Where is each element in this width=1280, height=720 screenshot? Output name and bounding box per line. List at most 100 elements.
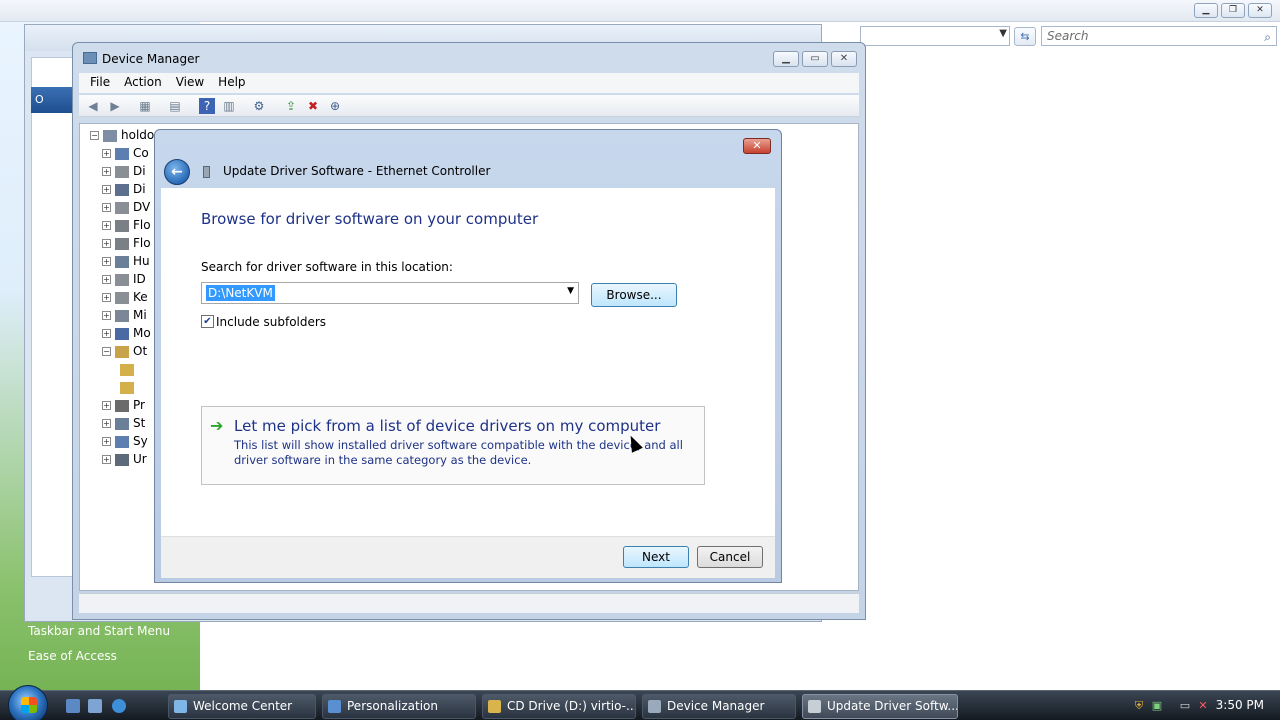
windows-logo-icon [21,697,37,713]
forward-icon[interactable]: ▶ [107,98,123,114]
dialog-body: Browse for driver software on your compu… [161,188,775,536]
tree-row[interactable]: + Ur [102,452,147,468]
tree-row[interactable]: − Ot [102,344,147,360]
expand-icon[interactable]: + [102,221,111,230]
expand-icon[interactable]: + [102,203,111,212]
dialog-footer: Next Cancel [161,536,775,578]
browse-button[interactable]: Browse... [591,283,677,307]
menu-action[interactable]: Action [117,73,169,93]
cancel-button[interactable]: Cancel [697,546,763,568]
help-icon[interactable]: ? [199,98,215,114]
toolbar: ◀ ▶ ▦ ▤ ? ▥ ⚙ ⇪ ✖ ⊕ [79,95,859,117]
ethernet-device-icon [203,166,210,178]
tree-row[interactable]: + ID [102,272,146,288]
driver-path-value[interactable]: D:\NetKVM [206,285,275,301]
expand-icon[interactable]: + [102,185,111,194]
driver-path-combobox[interactable]: D:\NetKVM ▼ [201,282,579,304]
expand-icon[interactable]: + [102,419,111,428]
device-category-icon [115,147,129,160]
show-desktop-icon[interactable] [66,699,80,713]
minimize-button[interactable]: ▁ [1194,3,1218,18]
menu-help[interactable]: Help [211,73,252,93]
expand-icon[interactable]: + [102,167,111,176]
tree-row[interactable]: + Mi [102,308,147,324]
switch-windows-icon[interactable] [88,699,102,713]
properties-icon[interactable]: ▤ [167,98,183,114]
collapse-icon[interactable]: − [102,347,111,356]
expand-icon[interactable]: + [102,329,111,338]
tree-row[interactable]: + Flo [102,236,151,252]
folder-icon [488,700,501,713]
minimize-button[interactable]: ▁ [773,51,799,67]
search-icon[interactable]: ⌕ [1264,28,1271,46]
dialog-title: Update Driver Software - Ethernet Contro… [223,164,491,178]
tree-row[interactable]: + Mo [102,326,151,342]
link-ease-of-access[interactable]: Ease of Access [28,649,117,663]
tree-row[interactable]: + Hu [102,254,150,270]
taskbar-button-personalization[interactable]: Personalization [322,694,476,719]
console-tree-icon[interactable]: ▦ [137,98,153,114]
tree-row[interactable]: + St [102,416,145,432]
tree-root[interactable]: − holdo [90,128,154,142]
tree-row[interactable]: + Ke [102,290,148,306]
expand-icon[interactable]: + [102,257,111,266]
menu-view[interactable]: View [169,73,211,93]
taskbar-button-welcome-center[interactable]: Welcome Center [168,694,316,719]
tree-row[interactable]: + Di [102,182,146,198]
close-button[interactable]: ✕ [1248,3,1272,18]
device-category-icon [115,201,129,214]
back-button[interactable]: ← [164,159,190,185]
taskbar-button-device-manager[interactable]: Device Manager [642,694,796,719]
address-bar[interactable]: ▼ [860,26,1010,46]
expand-icon[interactable]: + [102,239,111,248]
expand-icon[interactable]: + [102,149,111,158]
collapse-icon[interactable]: − [90,131,99,140]
tree-row[interactable] [120,380,138,396]
volume-muted-icon[interactable]: ✕ [1196,699,1210,713]
maximize-button[interactable]: ▭ [802,51,828,67]
tree-row[interactable]: + Flo [102,218,151,234]
scan-hardware-icon[interactable]: ⚙ [251,98,267,114]
include-subfolders-label[interactable]: Include subfolders [216,315,326,329]
taskbar: Welcome Center Personalization CD Drive … [0,685,1280,720]
link-taskbar-start-menu[interactable]: Taskbar and Start Menu [28,624,170,638]
tree-row[interactable]: + Co [102,146,149,162]
expand-icon[interactable]: + [102,437,111,446]
close-button[interactable]: ✕ [743,138,771,154]
search-input[interactable]: Search ⌕ [1041,26,1277,46]
menu-file[interactable]: File [83,73,117,93]
pick-option-title[interactable]: Let me pick from a list of device driver… [234,417,660,435]
disable-device-icon[interactable]: ⊕ [327,98,343,114]
tree-row[interactable]: + Pr [102,398,145,414]
chevron-down-icon[interactable]: ▼ [999,28,1007,39]
chevron-down-icon[interactable]: ▼ [567,286,574,296]
expand-icon[interactable]: + [102,401,111,410]
expand-icon[interactable]: + [102,275,111,284]
start-button[interactable] [8,685,48,720]
expand-icon[interactable]: + [102,293,111,302]
taskbar-button-cd-drive[interactable]: CD Drive (D:) virtio-... [482,694,636,719]
uninstall-icon[interactable]: ✖ [305,98,321,114]
refresh-button[interactable]: ⇆ [1014,27,1036,46]
restore-button[interactable]: ❐ [1221,3,1245,18]
taskbar-button-update-driver[interactable]: Update Driver Softw... [802,694,958,719]
security-shield-icon[interactable]: ⛨ [1132,699,1146,713]
monitor-icon[interactable]: ▭ [1178,699,1192,713]
tree-row[interactable]: + Di [102,164,146,180]
internet-explorer-icon[interactable] [112,699,126,713]
tree-row-label: St [133,416,146,430]
tree-row[interactable]: + DV [102,200,150,216]
update-driver-icon[interactable]: ⇪ [283,98,299,114]
tree-row[interactable] [120,362,138,378]
close-button[interactable]: ✕ [831,51,857,67]
show-hide-icon[interactable]: ▥ [221,98,237,114]
expand-icon[interactable]: + [102,311,111,320]
clock[interactable]: 3:50 PM [1216,698,1264,712]
tree-row-label: Di [133,182,146,196]
include-subfolders-checkbox[interactable]: ✔ [201,315,214,328]
tree-row[interactable]: + Sy [102,434,148,450]
expand-icon[interactable]: + [102,455,111,464]
next-button[interactable]: Next [623,546,689,568]
back-icon[interactable]: ◀ [85,98,101,114]
network-icon[interactable]: ▣ [1150,699,1164,713]
